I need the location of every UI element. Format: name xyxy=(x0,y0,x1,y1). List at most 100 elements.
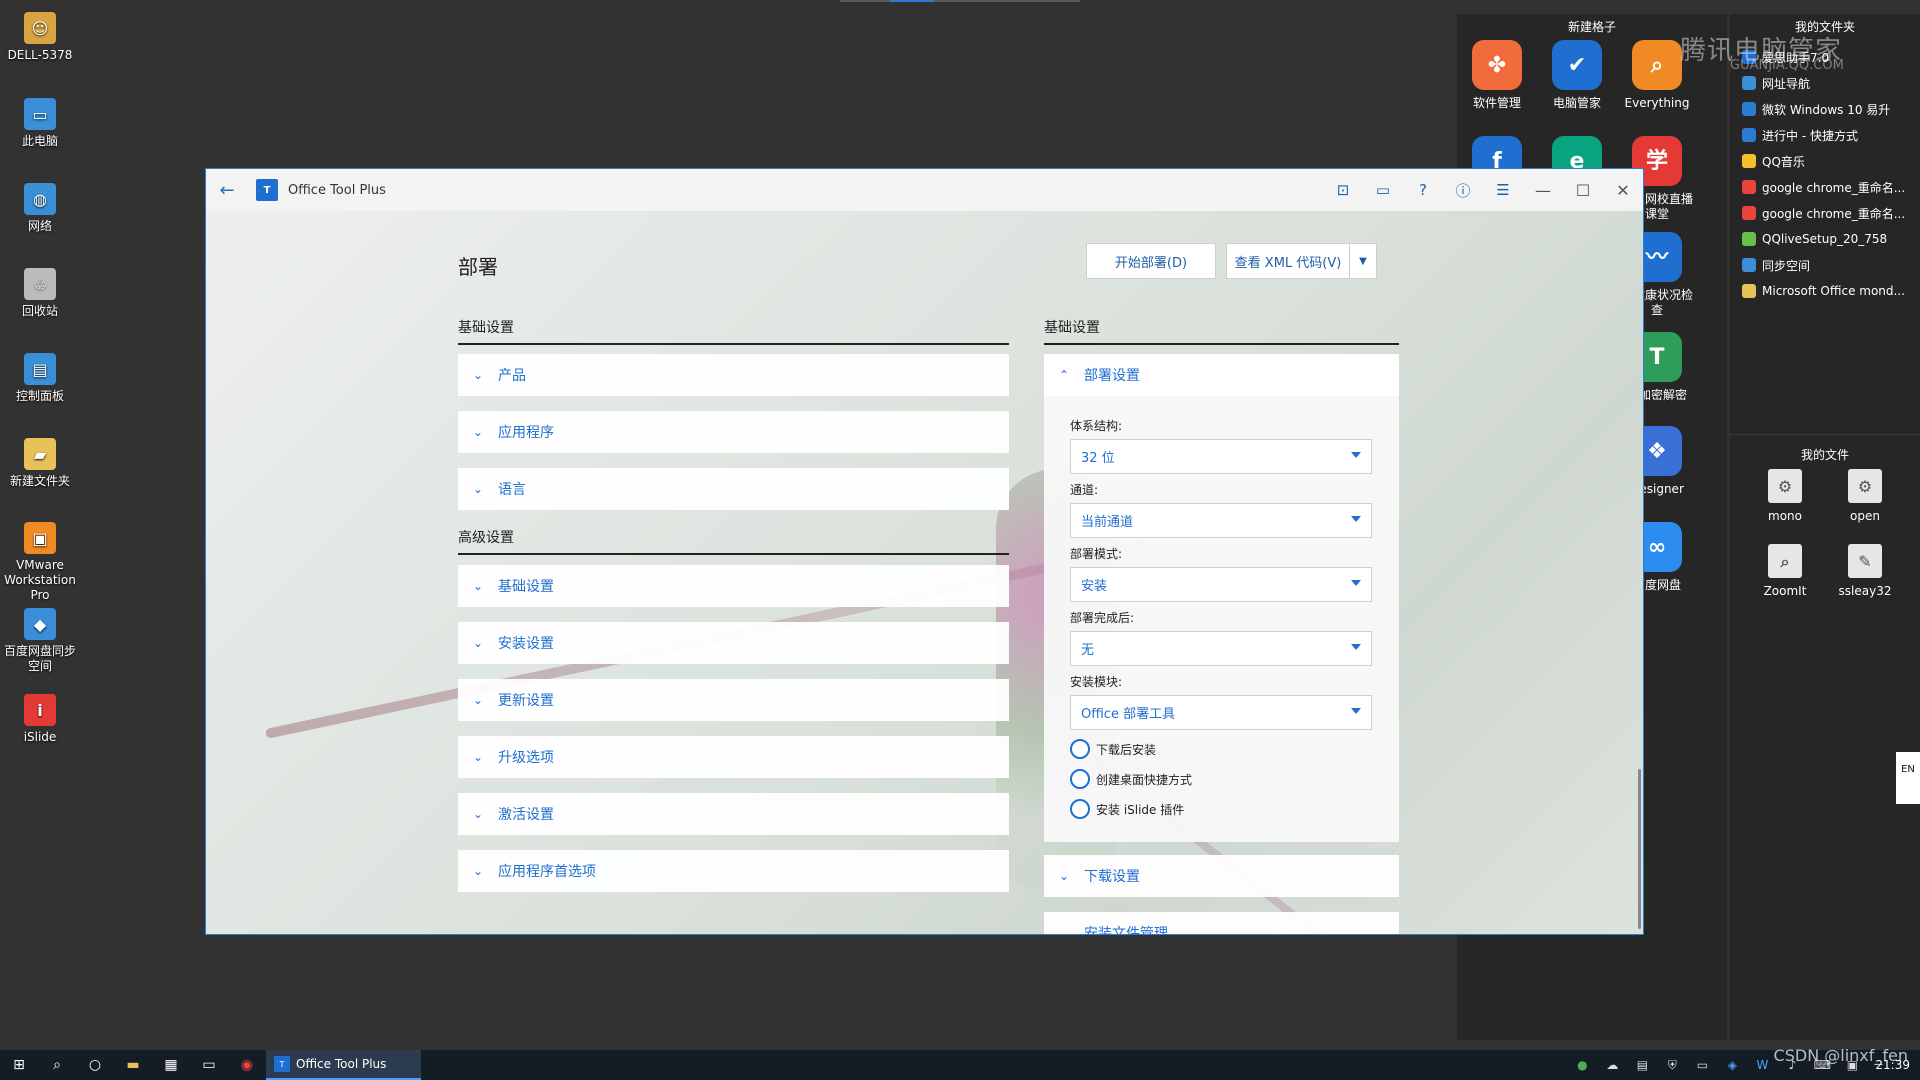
ime-indicator[interactable]: EN xyxy=(1896,752,1920,804)
taskbar-app[interactable]: ▭ xyxy=(190,1050,228,1080)
fence-app-icon[interactable]: ✔ 电脑管家 xyxy=(1537,40,1617,111)
deploy-settings-header[interactable]: ⌃ 部署设置 xyxy=(1044,354,1399,396)
calculator-icon: ▦ xyxy=(164,1057,178,1073)
panel-product[interactable]: ⌄ 产品 xyxy=(458,354,1009,396)
tray-message-icon[interactable]: ▭ xyxy=(1687,1050,1717,1080)
architecture-select[interactable]: 32 位 xyxy=(1070,439,1372,474)
panel-install-files[interactable]: ⌄ 安装文件管理 xyxy=(1044,912,1399,934)
tray-pcmanager-icon[interactable]: ◈ xyxy=(1717,1050,1747,1080)
desktop-icon[interactable]: ▤ 控制面板 xyxy=(0,353,80,404)
panel-applications[interactable]: ⌄ 应用程序 xyxy=(458,411,1009,453)
tray-network-icon[interactable]: ▤ xyxy=(1627,1050,1657,1080)
desktop-icon-label: 此电脑 xyxy=(21,134,58,148)
search-button[interactable]: ⌕ xyxy=(38,1050,76,1080)
minimize-button[interactable]: — xyxy=(1523,169,1563,211)
scrollbar-thumb[interactable] xyxy=(1638,769,1641,929)
folder-list-item[interactable]: 同步空间 xyxy=(1742,252,1914,278)
help-icon: ? xyxy=(1419,181,1427,199)
panel-upgrade-options[interactable]: ⌄ 升级选项 xyxy=(458,736,1009,778)
settings-file-icon: ⚙ xyxy=(1768,469,1802,503)
folder-list-item[interactable]: 网址导航 xyxy=(1742,70,1914,96)
select-value: Office 部署工具 xyxy=(1081,707,1176,722)
panel-label: 下载设置 xyxy=(1084,869,1140,885)
option-install-after-download[interactable]: 下载后安装 xyxy=(1070,739,1156,759)
chevron-down-icon: ⌄ xyxy=(472,807,484,821)
file-icon-tile[interactable]: ⚙ open xyxy=(1825,469,1905,524)
console-button[interactable]: ⊡ xyxy=(1323,169,1363,211)
folder-list-item[interactable]: google chrome_重命名... xyxy=(1742,174,1914,200)
desktop-icon[interactable]: ◆ 百度网盘同步空间 xyxy=(0,608,80,674)
folder-list-item[interactable]: QQliveSetup_20_758 xyxy=(1742,226,1914,252)
deploy-mode-select[interactable]: 安装 xyxy=(1070,567,1372,602)
start-button[interactable]: ⊞ xyxy=(0,1050,38,1080)
desktop-icon[interactable]: ♲ 回收站 xyxy=(0,268,80,319)
help-button[interactable]: ? xyxy=(1403,169,1443,211)
start-deploy-button[interactable]: 开始部署(D) xyxy=(1086,243,1216,279)
panel-install-settings[interactable]: ⌄ 安装设置 xyxy=(458,622,1009,664)
folder-list-item[interactable]: 进行中 - 快捷方式 xyxy=(1742,122,1914,148)
fence-app-icon[interactable]: ✤ 软件管理 xyxy=(1457,40,1537,111)
chevron-up-icon: ⌃ xyxy=(1058,368,1070,382)
recycle-bin-icon: ♲ xyxy=(24,268,56,300)
file-icon-tile[interactable]: ⌕ ZoomIt xyxy=(1745,544,1825,599)
option-desktop-shortcut[interactable]: 创建桌面快捷方式 xyxy=(1070,769,1192,789)
desktop-icon[interactable]: ▣ VMware Workstation Pro xyxy=(0,522,80,603)
panel-download-settings[interactable]: ⌄ 下载设置 xyxy=(1044,855,1399,897)
tray-cloud-icon[interactable]: ☁ xyxy=(1597,1050,1627,1080)
panel-app-preferences[interactable]: ⌄ 应用程序首选项 xyxy=(458,850,1009,892)
desktop-icon[interactable]: ☺ DELL-5378 xyxy=(0,12,80,63)
fence-divider xyxy=(1730,434,1920,435)
file-icon-tile[interactable]: ✎ ssleay32 xyxy=(1825,544,1905,599)
folder-list-item[interactable]: 微软 Windows 10 易升 xyxy=(1742,96,1914,122)
close-button[interactable]: ✕ xyxy=(1603,169,1643,211)
field-label-deploy-mode: 部署模式: xyxy=(1070,547,1123,561)
cortana-button[interactable]: ○ xyxy=(76,1050,114,1080)
select-value: 32 位 xyxy=(1081,451,1115,466)
feedback-button[interactable]: ▭ xyxy=(1363,169,1403,211)
dropdown-caret-icon xyxy=(1351,452,1361,458)
maximize-button[interactable]: ☐ xyxy=(1563,169,1603,211)
panel-language[interactable]: ⌄ 语言 xyxy=(458,468,1009,510)
taskbar-calculator[interactable]: ▦ xyxy=(152,1050,190,1080)
office-tool-plus-window: ← T Office Tool Plus ⊡ ▭ ? ⓘ ☰ — ☐ ✕ 部署 … xyxy=(205,168,1644,935)
top-strip xyxy=(840,0,1080,2)
maximize-icon: ☐ xyxy=(1575,180,1591,200)
option-install-islide[interactable]: 安装 iSlide 插件 xyxy=(1070,799,1184,819)
chevron-down-icon: ▼ xyxy=(1359,255,1367,267)
taskbar-chrome[interactable]: ◉ xyxy=(228,1050,266,1080)
settings-button[interactable]: ☰ xyxy=(1483,169,1523,211)
folder-list-item[interactable]: Microsoft Office mond... xyxy=(1742,278,1914,304)
back-button[interactable]: ← xyxy=(206,169,248,211)
back-arrow-icon: ← xyxy=(219,179,235,201)
minimize-icon: — xyxy=(1535,180,1551,200)
folder-list-item[interactable]: QQ音乐 xyxy=(1742,148,1914,174)
install-module-select[interactable]: Office 部署工具 xyxy=(1070,695,1372,730)
taskbar-office-tool-plus[interactable]: T Office Tool Plus xyxy=(266,1050,421,1080)
folder-list-item[interactable]: google chrome_重命名... xyxy=(1742,200,1914,226)
channel-select[interactable]: 当前通道 xyxy=(1070,503,1372,538)
folder-list-label: QQliveSetup_20_758 xyxy=(1762,232,1888,246)
folder-list-label: QQ音乐 xyxy=(1762,154,1805,169)
about-button[interactable]: ⓘ xyxy=(1443,169,1483,211)
shortcut-icon xyxy=(1742,180,1756,194)
desktop-icon[interactable]: ◍ 网络 xyxy=(0,183,80,234)
panel-advanced-basic[interactable]: ⌄ 基础设置 xyxy=(458,565,1009,607)
radio-circle[interactable] xyxy=(1070,739,1090,759)
panel-update-settings[interactable]: ⌄ 更新设置 xyxy=(458,679,1009,721)
panel-activation-settings[interactable]: ⌄ 激活设置 xyxy=(458,793,1009,835)
xml-dropdown-button[interactable]: ▼ xyxy=(1350,243,1377,279)
radio-circle[interactable] xyxy=(1070,769,1090,789)
after-deploy-select[interactable]: 无 xyxy=(1070,631,1372,666)
radio-circle[interactable] xyxy=(1070,799,1090,819)
fence-app-label: 软件管理 xyxy=(1472,96,1521,110)
taskbar-explorer[interactable]: ▬ xyxy=(114,1050,152,1080)
desktop-icon[interactable]: i iSlide xyxy=(0,694,80,745)
chevron-down-icon: ⌄ xyxy=(472,425,484,439)
desktop-icon[interactable]: ▭ 此电脑 xyxy=(0,98,80,149)
tray-security-icon[interactable]: ⛨ xyxy=(1657,1050,1687,1080)
desktop-icon[interactable]: ▰ 新建文件夹 xyxy=(0,438,80,489)
tray-shield-icon[interactable]: ● xyxy=(1567,1050,1597,1080)
file-icon-tile[interactable]: ⚙ mono xyxy=(1745,469,1825,524)
view-xml-button[interactable]: 查看 XML 代码(V) xyxy=(1226,243,1350,279)
everything-search-icon: ⌕ xyxy=(1632,40,1682,90)
